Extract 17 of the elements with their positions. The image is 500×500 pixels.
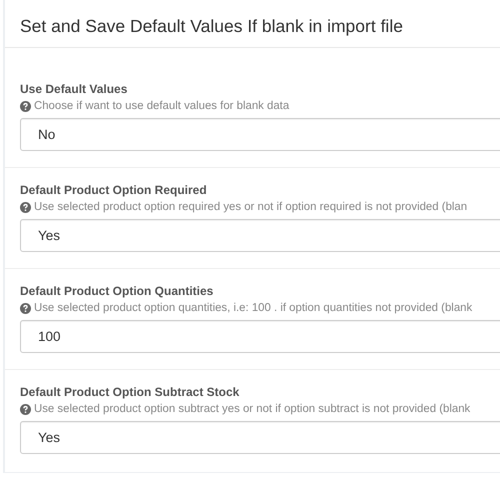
- help-icon: [20, 303, 31, 314]
- help-icon: [20, 202, 31, 213]
- field-label: Default Product Option Subtract Stock: [20, 385, 240, 400]
- help-icon: [20, 404, 31, 415]
- panel-title: Set and Save Default Values If blank in import file: [20, 15, 404, 37]
- input-field[interactable]: 100: [20, 320, 500, 353]
- help-icon: [20, 101, 31, 112]
- field-label: Default Product Option Quantities: [20, 284, 214, 299]
- input-field[interactable]: No: [20, 118, 500, 151]
- field-label: Default Product Option Required: [20, 183, 208, 198]
- input-field[interactable]: Yes: [20, 421, 500, 454]
- help-text: Use selected product option subtract yes or not if option subtract is not provided (blank: [34, 402, 470, 417]
- field-label: Use Default Values: [20, 82, 128, 97]
- help-text: Use selected product option required yes or not if option required is not provided (blan: [34, 200, 468, 215]
- help-text: Use selected product option quantities, i.e: 100 . if option quantities not provided (blank: [34, 301, 472, 316]
- help-text: Choose if want to use default values for blank data: [34, 99, 290, 114]
- input-field[interactable]: Yes: [20, 219, 500, 252]
